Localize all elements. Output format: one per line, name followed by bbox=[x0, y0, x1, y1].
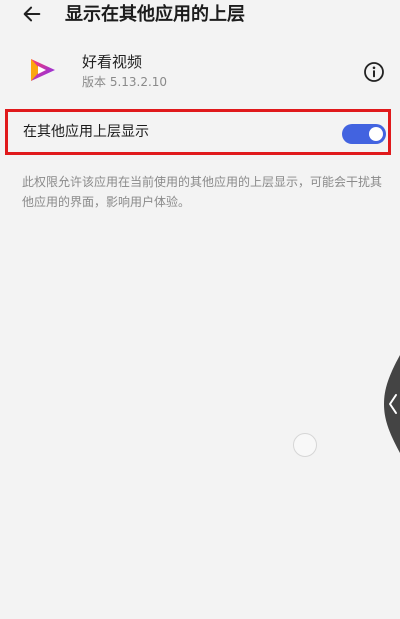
play-triangle-icon bbox=[31, 59, 55, 81]
header-bar: 显示在其他应用的上层 bbox=[0, 0, 400, 32]
switch-knob bbox=[369, 127, 383, 141]
app-info-row: 好看视频 版本 5.13.2.10 bbox=[0, 42, 400, 100]
app-version: 版本 5.13.2.10 bbox=[82, 75, 168, 89]
overlay-permission-switch[interactable] bbox=[342, 124, 386, 144]
app-name: 好看视频 bbox=[82, 53, 143, 71]
chevron-left-icon bbox=[384, 355, 400, 453]
permission-description: 此权限允许该应用在当前使用的其他应用的上层显示，可能会干扰其他应用的界面，影响用… bbox=[22, 175, 383, 209]
page-title: 显示在其他应用的上层 bbox=[65, 4, 245, 25]
overlay-permission-row[interactable]: 在其他应用上层显示 bbox=[5, 109, 391, 155]
app-icon bbox=[27, 54, 59, 86]
side-panel-handle[interactable] bbox=[382, 355, 400, 453]
back-button[interactable] bbox=[20, 2, 44, 26]
arrow-left-icon bbox=[23, 6, 41, 22]
overlay-permission-label: 在其他应用上层显示 bbox=[23, 124, 149, 140]
app-info-button[interactable] bbox=[363, 61, 385, 83]
info-circle-icon bbox=[364, 62, 384, 82]
floating-circle-icon[interactable] bbox=[293, 433, 317, 457]
